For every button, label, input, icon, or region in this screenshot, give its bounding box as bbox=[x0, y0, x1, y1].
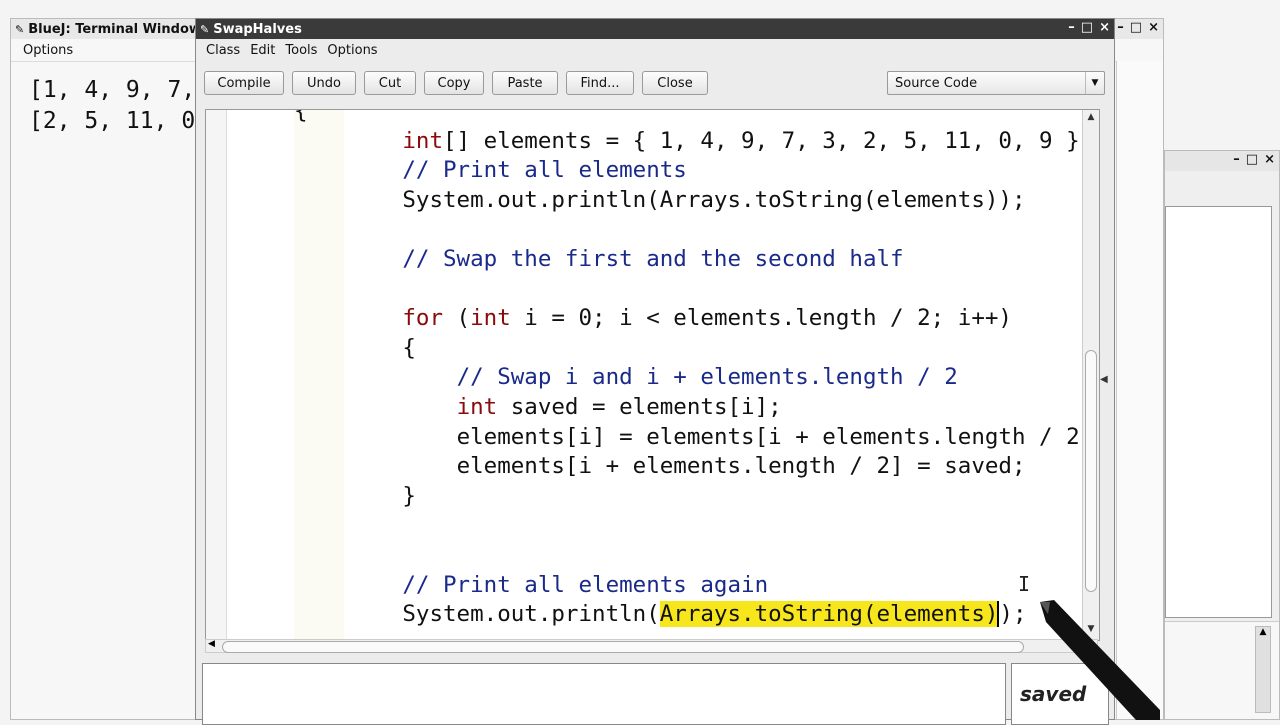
editor-title-bar[interactable]: ✎ SwapHalves – □ × bbox=[196, 19, 1114, 39]
code-keyword: int bbox=[402, 127, 444, 154]
editor-title: SwapHalves bbox=[213, 21, 302, 37]
close-icon[interactable]: × bbox=[1148, 20, 1159, 35]
cut-button[interactable]: Cut bbox=[364, 71, 416, 95]
bluej-app-icon: ✎ bbox=[15, 22, 25, 36]
code-line: for (int i = 0; i < elements.length / 2;… bbox=[294, 305, 1012, 331]
ibeam-cursor-icon: I bbox=[1018, 572, 1031, 596]
code-line: elements[i] = elements[i + elements.leng… bbox=[294, 423, 1094, 450]
code-comment: // Print all elements again bbox=[402, 571, 769, 598]
background-window-content bbox=[1165, 206, 1272, 618]
background-window-title-bar[interactable]: – □ × bbox=[1165, 151, 1279, 171]
scroll-up-icon[interactable]: ▲ bbox=[1256, 627, 1270, 637]
code-text: elements[i] = elements[i + elements.leng… bbox=[456, 423, 1094, 450]
view-select-value: Source Code bbox=[895, 75, 978, 91]
status-box: saved bbox=[1011, 663, 1109, 725]
editor-toolbar: Compile Undo Cut Copy Paste Find... Clos… bbox=[204, 71, 1106, 97]
terminal-output: [1, 4, 9, 7, [2, 5, 11, 0 bbox=[29, 75, 195, 137]
scrollbar-thumb[interactable] bbox=[222, 641, 1024, 653]
code-line: } bbox=[294, 483, 416, 509]
bluej-app-icon: ✎ bbox=[200, 22, 210, 36]
source-code[interactable]: { int[] elements = { 1, 4, 9, 7, 3, 2, 5… bbox=[294, 109, 1094, 630]
scrollbar-thumb[interactable] bbox=[1085, 350, 1097, 592]
undo-button[interactable]: Undo bbox=[292, 71, 356, 95]
terminal-title: BlueJ: Terminal Window bbox=[28, 21, 201, 37]
code-line: // Swap i and i + elements.length / 2 bbox=[294, 364, 958, 390]
background-window-scrollbar[interactable]: ▲ bbox=[1255, 626, 1271, 713]
menu-edit[interactable]: Edit bbox=[250, 43, 275, 58]
terminal-output-line: [2, 5, 11, 0 bbox=[29, 108, 196, 134]
code-line: // Swap the first and the second half bbox=[294, 245, 904, 272]
close-button[interactable]: Close bbox=[642, 71, 708, 95]
background-window-controls: – □ × bbox=[1233, 152, 1275, 167]
code-line: // Print all elements bbox=[294, 157, 687, 184]
code-line: elements[i + elements.length / 2] = save… bbox=[294, 453, 1026, 479]
chevron-down-icon[interactable]: ▼ bbox=[1085, 72, 1104, 94]
editor-window-controls: – □ × bbox=[1068, 20, 1110, 35]
code-text: System.out.println(Arrays.toString(eleme… bbox=[402, 186, 1026, 213]
code-text: ); bbox=[999, 601, 1027, 628]
code-text: saved = elements[i]; bbox=[497, 393, 782, 420]
code-keyword: int bbox=[456, 393, 498, 420]
code-text: { bbox=[402, 334, 416, 361]
code-line: int saved = elements[i]; bbox=[294, 394, 782, 420]
minimize-icon[interactable]: – bbox=[1117, 20, 1124, 35]
menu-class[interactable]: Class bbox=[206, 43, 240, 58]
code-line: { bbox=[294, 335, 416, 361]
code-keyword: int bbox=[470, 305, 511, 332]
terminal-output-line: [1, 4, 9, 7, bbox=[29, 77, 196, 103]
view-select[interactable]: Source Code ▼ bbox=[887, 71, 1105, 95]
code-editor[interactable]: { int[] elements = { 1, 4, 9, 7, 3, 2, 5… bbox=[205, 109, 1100, 641]
close-icon[interactable]: × bbox=[1099, 20, 1110, 35]
terminal-side-pane bbox=[1116, 61, 1163, 719]
code-comment: // Swap the first and the second half bbox=[402, 245, 904, 272]
code-text: } bbox=[402, 482, 416, 509]
code-line: // Print all elements again bbox=[294, 572, 768, 598]
save-status: saved bbox=[1020, 682, 1087, 706]
code-line: { bbox=[294, 109, 308, 124]
scroll-left-icon[interactable]: ◀ bbox=[208, 639, 215, 649]
message-area bbox=[202, 663, 1006, 725]
terminal-window-controls: – □ × bbox=[1117, 20, 1159, 35]
minimize-icon[interactable]: – bbox=[1068, 20, 1075, 35]
code-text: ( bbox=[443, 305, 471, 332]
code-text: elements[i + elements.length / 2] = save… bbox=[456, 453, 1026, 480]
code-comment: // Print all elements bbox=[402, 157, 687, 184]
menu-tools[interactable]: Tools bbox=[285, 43, 317, 58]
copy-button[interactable]: Copy bbox=[424, 71, 484, 95]
maximize-icon[interactable]: □ bbox=[1081, 20, 1093, 35]
vertical-scrollbar[interactable]: ▲ ▼ bbox=[1082, 110, 1099, 640]
horizontal-scrollbar[interactable]: ◀ bbox=[205, 639, 1098, 653]
maximize-icon[interactable]: □ bbox=[1246, 152, 1258, 167]
paste-button[interactable]: Paste bbox=[492, 71, 558, 95]
code-line: System.out.println(Arrays.toString(eleme… bbox=[294, 186, 1026, 213]
collapse-arrow-icon[interactable]: ◀ bbox=[1100, 374, 1108, 385]
code-text: i = 0; i < elements.length / 2; i++) bbox=[510, 305, 1012, 332]
editor-menubar: Class Edit Tools Options bbox=[196, 39, 1114, 61]
compile-button[interactable]: Compile bbox=[204, 71, 284, 95]
background-window: – □ × ▲ bbox=[1164, 150, 1280, 720]
find-button[interactable]: Find... bbox=[566, 71, 634, 95]
scroll-up-icon[interactable]: ▲ bbox=[1083, 112, 1099, 126]
code-line: int[] elements = { 1, 4, 9, 7, 3, 2, 5, … bbox=[294, 128, 1093, 154]
menu-options[interactable]: Options bbox=[327, 43, 377, 58]
editor-window: ✎ SwapHalves – □ × Class Edit Tools Opti… bbox=[195, 18, 1115, 725]
selected-text: Arrays.toString(elements) bbox=[659, 601, 999, 628]
code-text: System.out.println( bbox=[402, 601, 660, 628]
scroll-down-icon[interactable]: ▼ bbox=[1083, 624, 1099, 638]
maximize-icon[interactable]: □ bbox=[1130, 20, 1142, 35]
code-line: System.out.println(Arrays.toString(eleme… bbox=[294, 601, 1027, 628]
code-text: { bbox=[294, 109, 308, 124]
code-keyword: for bbox=[402, 305, 444, 332]
line-gutter[interactable] bbox=[206, 110, 227, 640]
close-icon[interactable]: × bbox=[1264, 152, 1275, 167]
code-text: [] elements = { 1, 4, 9, 7, 3, 2, 5, 11,… bbox=[443, 127, 1094, 154]
minimize-icon[interactable]: – bbox=[1233, 152, 1240, 167]
code-comment: // Swap i and i + elements.length / 2 bbox=[456, 364, 958, 391]
terminal-menu-options[interactable]: Options bbox=[23, 43, 73, 58]
